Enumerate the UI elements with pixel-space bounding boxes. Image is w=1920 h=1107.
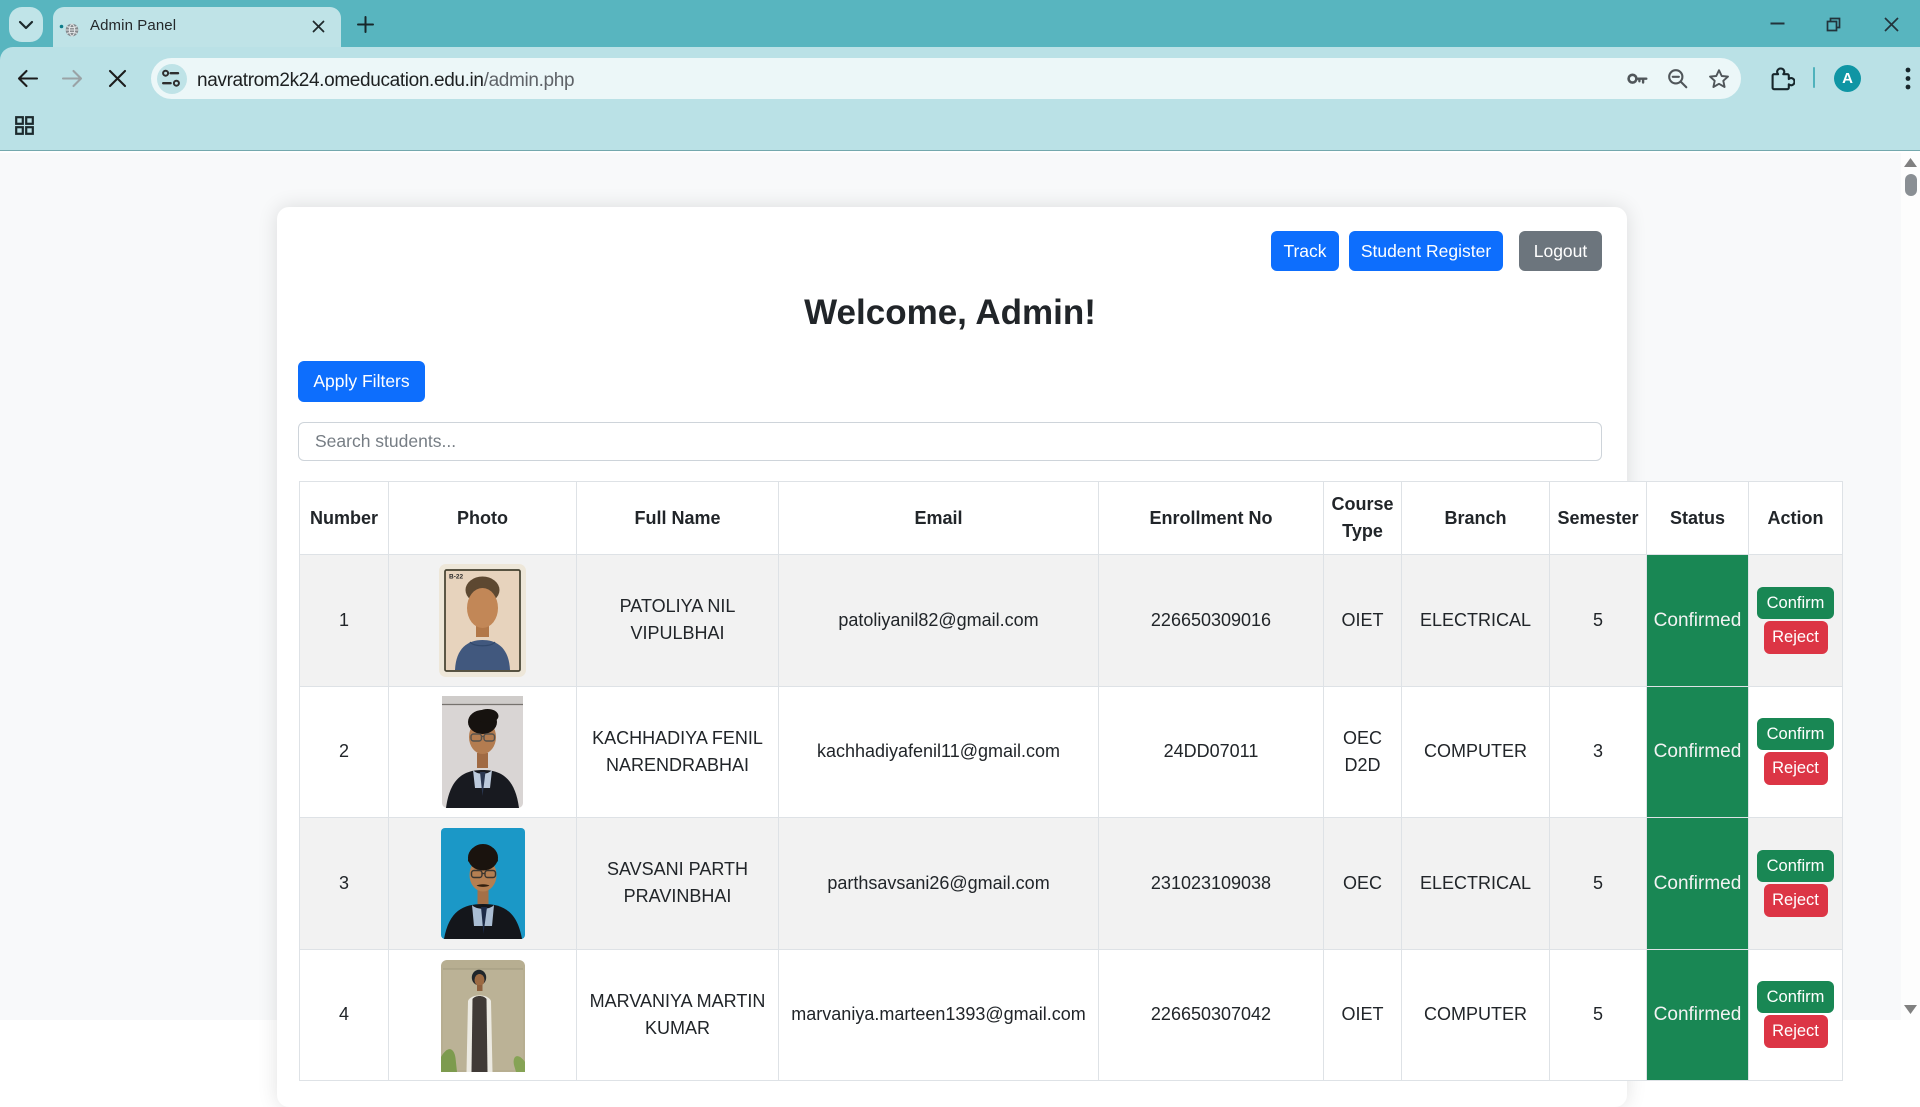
svg-text:B-22: B-22 [449, 573, 463, 580]
